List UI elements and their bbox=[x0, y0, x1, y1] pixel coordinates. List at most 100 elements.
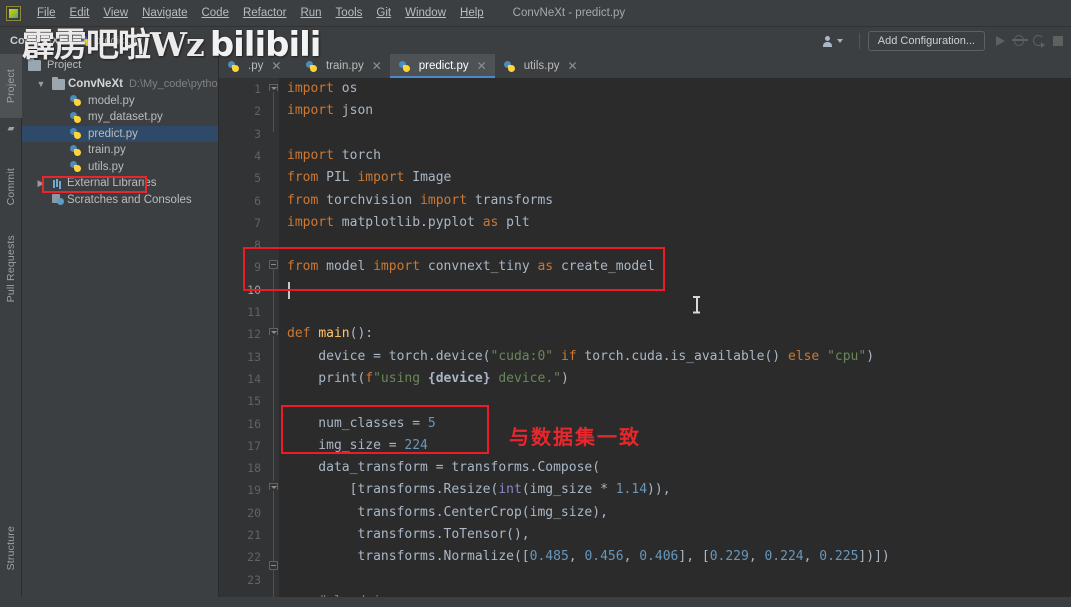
close-icon[interactable]: ✕ bbox=[372, 59, 382, 73]
add-configuration-button[interactable]: Add Configuration... bbox=[867, 30, 985, 51]
code-editor[interactable]: 1 2 3 4 5 6 7 8 9 10 11 12 13 14 15 16 1… bbox=[219, 78, 1071, 607]
code-line-6: from torchvision import transforms bbox=[287, 192, 554, 208]
line-number-gutter: 1 2 3 4 5 6 7 8 9 10 11 12 13 14 15 16 1… bbox=[219, 78, 267, 607]
sidebar-item-project-label: Project bbox=[5, 68, 17, 104]
menu-edit-label: Edit bbox=[69, 7, 90, 19]
tab-model-py[interactable]: .py ✕ bbox=[219, 54, 297, 78]
menu-item-file[interactable]: File bbox=[30, 3, 63, 23]
breadcrumb: ConvNeXt predict.py bbox=[10, 34, 142, 47]
sidebar-item-pull-requests[interactable]: Pull Requests bbox=[0, 224, 22, 314]
tree-node-label: model.py bbox=[88, 94, 135, 107]
line-number: 1 bbox=[254, 82, 261, 96]
code-folding-gutter[interactable] bbox=[267, 78, 279, 607]
tab-utils-py[interactable]: utils.py ✕ bbox=[495, 54, 586, 78]
line-number: 23 bbox=[247, 572, 261, 587]
sidebar-item-structure[interactable]: Structure bbox=[0, 509, 22, 587]
menu-code-label: Code bbox=[201, 7, 229, 19]
tab-label: predict.py bbox=[418, 60, 469, 72]
chevron-right-icon[interactable]: ▶ bbox=[36, 178, 46, 189]
menu-item-git[interactable]: Git bbox=[369, 3, 398, 23]
sidebar-item-commit[interactable]: Commit bbox=[0, 150, 22, 224]
code-line-4: import torch bbox=[287, 147, 381, 163]
breadcrumb-project[interactable]: ConvNeXt bbox=[10, 35, 63, 47]
code-line-18: data_transform = transforms.Compose( bbox=[287, 460, 601, 476]
tree-node-my-dataset-py[interactable]: my_dataset.py bbox=[22, 109, 218, 126]
chevron-down-icon[interactable] bbox=[836, 38, 843, 43]
fold-region-line bbox=[273, 336, 274, 481]
tree-node-train-py[interactable]: train.py bbox=[22, 142, 218, 159]
tree-node-scratches-and-consoles[interactable]: Scratches and Consoles bbox=[22, 192, 218, 209]
rerun-coverage-icon[interactable] bbox=[1033, 35, 1045, 48]
fold-region-line bbox=[273, 92, 274, 132]
project-folder-icon: ▰ bbox=[7, 122, 15, 133]
menu-item-view[interactable]: View bbox=[96, 3, 135, 23]
left-tool-strip: Project ▰ Commit Pull Requests Structure… bbox=[0, 54, 22, 607]
scratches-icon bbox=[52, 193, 64, 206]
code-line-19: [transforms.Resize(int(img_size * 1.14))… bbox=[287, 482, 671, 498]
python-file-icon bbox=[70, 144, 82, 157]
tree-node-model-py[interactable]: model.py bbox=[22, 93, 218, 110]
navigation-toolbar: ConvNeXt predict.py Add Configuration... bbox=[0, 27, 1071, 54]
menu-item-help[interactable]: Help bbox=[453, 3, 491, 23]
code-line-7: import matplotlib.pyplot as plt bbox=[287, 214, 530, 230]
tree-node-label: train.py bbox=[88, 144, 126, 157]
chinese-note: 与数据集一致 bbox=[509, 425, 641, 449]
tree-node-label: utils.py bbox=[88, 160, 124, 173]
line-number: 19 bbox=[247, 483, 261, 498]
sidebar-item-project[interactable]: Project bbox=[0, 54, 22, 118]
tree-node-convnext[interactable]: ▼ ConvNeXt D:\My_code\pythonP bbox=[22, 76, 218, 93]
line-number-current: 10 bbox=[247, 282, 261, 297]
code-line-9: from model import convnext_tiny as creat… bbox=[287, 259, 655, 275]
tree-node-label: Scratches and Consoles bbox=[67, 193, 192, 206]
python-file-icon bbox=[228, 60, 240, 73]
line-number: 22 bbox=[247, 550, 261, 565]
menu-item-tools[interactable]: Tools bbox=[329, 3, 370, 23]
menu-window-label: Window bbox=[405, 7, 447, 19]
run-play-icon[interactable] bbox=[996, 35, 1005, 46]
tree-node-label: predict.py bbox=[88, 127, 138, 140]
project-panel-title: Project bbox=[47, 59, 82, 71]
debug-bug-icon[interactable] bbox=[1012, 35, 1028, 46]
chevron-down-icon[interactable]: ▼ bbox=[36, 79, 46, 89]
code-text-area[interactable]: import os import json import torch from … bbox=[279, 78, 1071, 607]
code-line-1: import os bbox=[287, 81, 358, 96]
folder-icon bbox=[52, 76, 65, 90]
code-line-16: num_classes = 5 bbox=[287, 415, 436, 431]
menu-item-refactor[interactable]: Refactor bbox=[236, 3, 293, 23]
menu-help-label: Help bbox=[460, 7, 484, 19]
toolbar-divider bbox=[858, 32, 860, 49]
code-line-17: img_size = 224 bbox=[287, 437, 428, 453]
python-file-icon bbox=[398, 60, 411, 73]
tab-train-py[interactable]: train.py ✕ bbox=[297, 54, 390, 78]
close-icon[interactable]: ✕ bbox=[477, 59, 487, 73]
chevron-right-icon bbox=[67, 36, 76, 45]
menu-tools-label: Tools bbox=[335, 7, 363, 19]
menu-item-edit[interactable]: Edit bbox=[63, 3, 97, 23]
tree-node-label: External Libraries bbox=[67, 177, 157, 190]
tab-predict-py[interactable]: predict.py ✕ bbox=[389, 54, 495, 78]
tree-node-external-libraries[interactable]: ▶ External Libraries bbox=[22, 175, 218, 192]
code-line-13: device = torch.device("cuda:0" if torch.… bbox=[287, 348, 875, 364]
menu-item-code[interactable]: Code bbox=[194, 3, 236, 23]
close-icon[interactable]: ✕ bbox=[271, 59, 281, 73]
stop-square-icon[interactable] bbox=[1053, 35, 1063, 46]
breadcrumb-file[interactable]: predict.py bbox=[95, 35, 143, 47]
menu-item-window[interactable]: Window bbox=[398, 3, 453, 23]
status-bar bbox=[0, 597, 1071, 607]
python-file-icon bbox=[306, 60, 318, 73]
line-number: 11 bbox=[247, 305, 261, 319]
close-icon[interactable]: ✕ bbox=[568, 59, 578, 73]
sidebar-item-pull-requests-label: Pull Requests bbox=[5, 235, 17, 303]
line-number: 21 bbox=[247, 528, 261, 542]
python-file-icon bbox=[70, 111, 82, 124]
mouse-text-cursor bbox=[693, 296, 700, 313]
user-avatar-icon[interactable] bbox=[821, 34, 835, 48]
line-number: 16 bbox=[247, 416, 261, 431]
python-file-icon bbox=[70, 127, 82, 140]
tree-node-predict-py[interactable]: predict.py bbox=[22, 125, 218, 142]
menu-item-run[interactable]: Run bbox=[293, 3, 328, 23]
menu-item-navigate[interactable]: Navigate bbox=[135, 3, 194, 23]
tree-node-utils-py[interactable]: utils.py bbox=[22, 159, 218, 176]
line-number: 15 bbox=[247, 394, 261, 409]
ide-window: File Edit View Navigate Code Refactor Ru… bbox=[0, 0, 1071, 607]
